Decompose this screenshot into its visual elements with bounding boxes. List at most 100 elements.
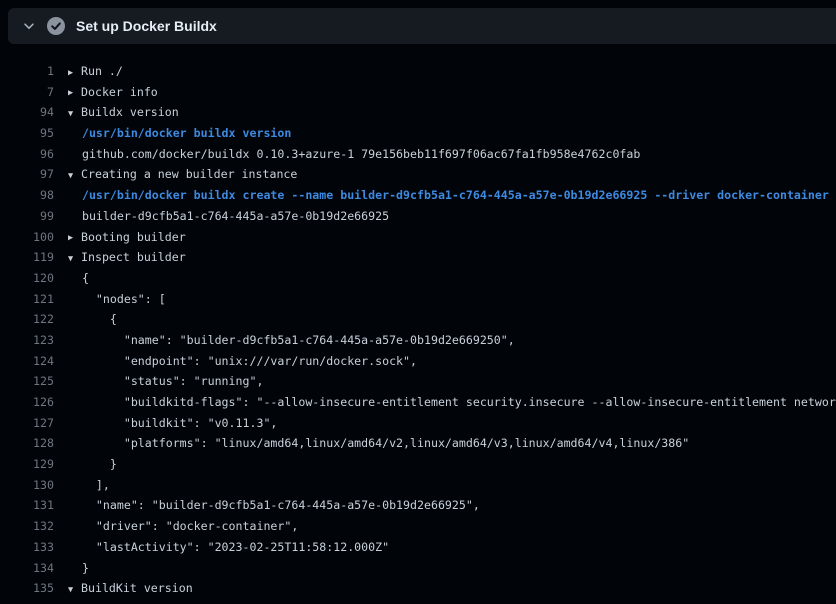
- line-number[interactable]: 134: [0, 558, 54, 579]
- line-text: "nodes": [: [68, 292, 166, 306]
- log-line: 7 ▶Docker info: [0, 82, 836, 103]
- line-content[interactable]: ▶Docker info: [68, 82, 158, 103]
- line-content: }: [68, 558, 89, 579]
- line-text: "driver": "docker-container",: [68, 519, 298, 533]
- line-number[interactable]: 95: [0, 123, 54, 144]
- line-number[interactable]: 99: [0, 206, 54, 227]
- line-content: builder-d9cfb5a1-c764-445a-a57e-0b19d2e6…: [68, 599, 459, 604]
- log-line: 95 /usr/bin/docker buildx version: [0, 123, 836, 144]
- line-number[interactable]: 136: [0, 599, 54, 604]
- line-number[interactable]: 132: [0, 516, 54, 537]
- line-text: Booting builder: [81, 230, 186, 244]
- line-text: builder-d9cfb5a1-c764-445a-a57e-0b19d2e6…: [68, 209, 389, 223]
- log-line: 136 builder-d9cfb5a1-c764-445a-a57e-0b19…: [0, 599, 836, 604]
- line-number[interactable]: 127: [0, 413, 54, 434]
- line-number[interactable]: 120: [0, 268, 54, 289]
- line-content[interactable]: ▼Buildx version: [68, 102, 179, 123]
- log-line: 98 /usr/bin/docker buildx create --name …: [0, 185, 836, 206]
- line-number[interactable]: 7: [0, 82, 54, 103]
- line-text: {: [68, 271, 89, 285]
- line-content[interactable]: ▶Run ./: [68, 61, 123, 82]
- line-text: {: [68, 312, 117, 326]
- line-number[interactable]: 130: [0, 475, 54, 496]
- line-text: "endpoint": "unix:///var/run/docker.sock…: [68, 354, 417, 368]
- line-content[interactable]: ▼Inspect builder: [68, 247, 186, 268]
- line-text: "platforms": "linux/amd64,linux/amd64/v2…: [68, 436, 689, 450]
- line-content: "nodes": [: [68, 289, 166, 310]
- line-number[interactable]: 123: [0, 330, 54, 351]
- line-text: BuildKit version: [81, 581, 193, 595]
- line-number[interactable]: 131: [0, 495, 54, 516]
- log-line: 128 "platforms": "linux/amd64,linux/amd6…: [0, 433, 836, 454]
- line-number[interactable]: 94: [0, 102, 54, 123]
- line-number[interactable]: 133: [0, 537, 54, 558]
- line-content[interactable]: ▼BuildKit version: [68, 578, 193, 599]
- group-toggle-icon: ▼: [68, 580, 81, 599]
- line-text: "status": "running",: [68, 374, 263, 388]
- log-line: 133 "lastActivity": "2023-02-25T11:58:12…: [0, 537, 836, 558]
- line-text: Inspect builder: [81, 250, 186, 264]
- log-line: 96 github.com/docker/buildx 0.10.3+azure…: [0, 144, 836, 165]
- line-text: Buildx version: [81, 105, 179, 119]
- line-text: ],: [68, 478, 110, 492]
- log-line: 130 ],: [0, 475, 836, 496]
- line-number[interactable]: 122: [0, 309, 54, 330]
- log-line: 94 ▼Buildx version: [0, 102, 836, 123]
- log-line: 134 }: [0, 558, 836, 579]
- line-number[interactable]: 96: [0, 144, 54, 165]
- line-number[interactable]: 128: [0, 433, 54, 454]
- line-number[interactable]: 129: [0, 454, 54, 475]
- line-number[interactable]: 121: [0, 289, 54, 310]
- line-content[interactable]: ▶Booting builder: [68, 227, 186, 248]
- line-content: "driver": "docker-container",: [68, 516, 298, 537]
- log-line: 123 "name": "builder-d9cfb5a1-c764-445a-…: [0, 330, 836, 351]
- line-content: /usr/bin/docker buildx create --name bui…: [68, 185, 829, 206]
- step-title: Set up Docker Buildx: [76, 18, 217, 34]
- line-content: {: [68, 309, 117, 330]
- line-text: "lastActivity": "2023-02-25T11:58:12.000…: [68, 540, 389, 554]
- line-number[interactable]: 135: [0, 578, 54, 599]
- line-content: "name": "builder-d9cfb5a1-c764-445a-a57e…: [68, 495, 480, 516]
- log-lines-container: 1 ▶Run ./ 7 ▶Docker info 94 ▼Buildx vers…: [0, 61, 836, 604]
- log-line: 97 ▼Creating a new builder instance: [0, 164, 836, 185]
- line-content: "buildkit": "v0.11.3",: [68, 413, 277, 434]
- line-content: {: [68, 268, 89, 289]
- line-text: Docker info: [81, 85, 158, 99]
- group-toggle-icon: ▼: [68, 166, 81, 185]
- line-content: "buildkitd-flags": "--allow-insecure-ent…: [68, 392, 836, 413]
- line-number[interactable]: 1: [0, 61, 54, 82]
- log-line: 126 "buildkitd-flags": "--allow-insecure…: [0, 392, 836, 413]
- line-content: "endpoint": "unix:///var/run/docker.sock…: [68, 351, 417, 372]
- step-header[interactable]: Set up Docker Buildx: [8, 8, 836, 44]
- line-number[interactable]: 124: [0, 351, 54, 372]
- line-number[interactable]: 126: [0, 392, 54, 413]
- group-toggle-icon: ▼: [68, 104, 81, 123]
- log-line: 135 ▼BuildKit version: [0, 578, 836, 599]
- log-viewer: 1 ▶Run ./ 7 ▶Docker info 94 ▼Buildx vers…: [0, 44, 836, 604]
- line-content: /usr/bin/docker buildx version: [68, 123, 291, 144]
- line-text: Creating a new builder instance: [81, 167, 297, 181]
- line-number[interactable]: 97: [0, 164, 54, 185]
- chevron-down-icon[interactable]: [22, 19, 36, 33]
- log-line: 120 {: [0, 268, 836, 289]
- line-text: "name": "builder-d9cfb5a1-c764-445a-a57e…: [68, 333, 515, 347]
- line-content: builder-d9cfb5a1-c764-445a-a57e-0b19d2e6…: [68, 206, 389, 227]
- line-text: "buildkitd-flags": "--allow-insecure-ent…: [68, 395, 836, 409]
- line-content: "platforms": "linux/amd64,linux/amd64/v2…: [68, 433, 689, 454]
- group-toggle-icon: ▶: [68, 228, 81, 247]
- line-text: Run ./: [81, 64, 123, 78]
- line-text: }: [68, 457, 117, 471]
- line-number[interactable]: 119: [0, 247, 54, 268]
- line-number[interactable]: 100: [0, 227, 54, 248]
- log-line: 124 "endpoint": "unix:///var/run/docker.…: [0, 351, 836, 372]
- line-text: "name": "builder-d9cfb5a1-c764-445a-a57e…: [68, 498, 480, 512]
- log-line: 129 }: [0, 454, 836, 475]
- line-content: "lastActivity": "2023-02-25T11:58:12.000…: [68, 537, 389, 558]
- line-text: /usr/bin/docker buildx create --name bui…: [68, 188, 829, 202]
- log-line: 99 builder-d9cfb5a1-c764-445a-a57e-0b19d…: [0, 206, 836, 227]
- group-toggle-icon: ▶: [68, 63, 81, 82]
- line-text: "buildkit": "v0.11.3",: [68, 416, 277, 430]
- line-content[interactable]: ▼Creating a new builder instance: [68, 164, 297, 185]
- line-number[interactable]: 125: [0, 371, 54, 392]
- line-number[interactable]: 98: [0, 185, 54, 206]
